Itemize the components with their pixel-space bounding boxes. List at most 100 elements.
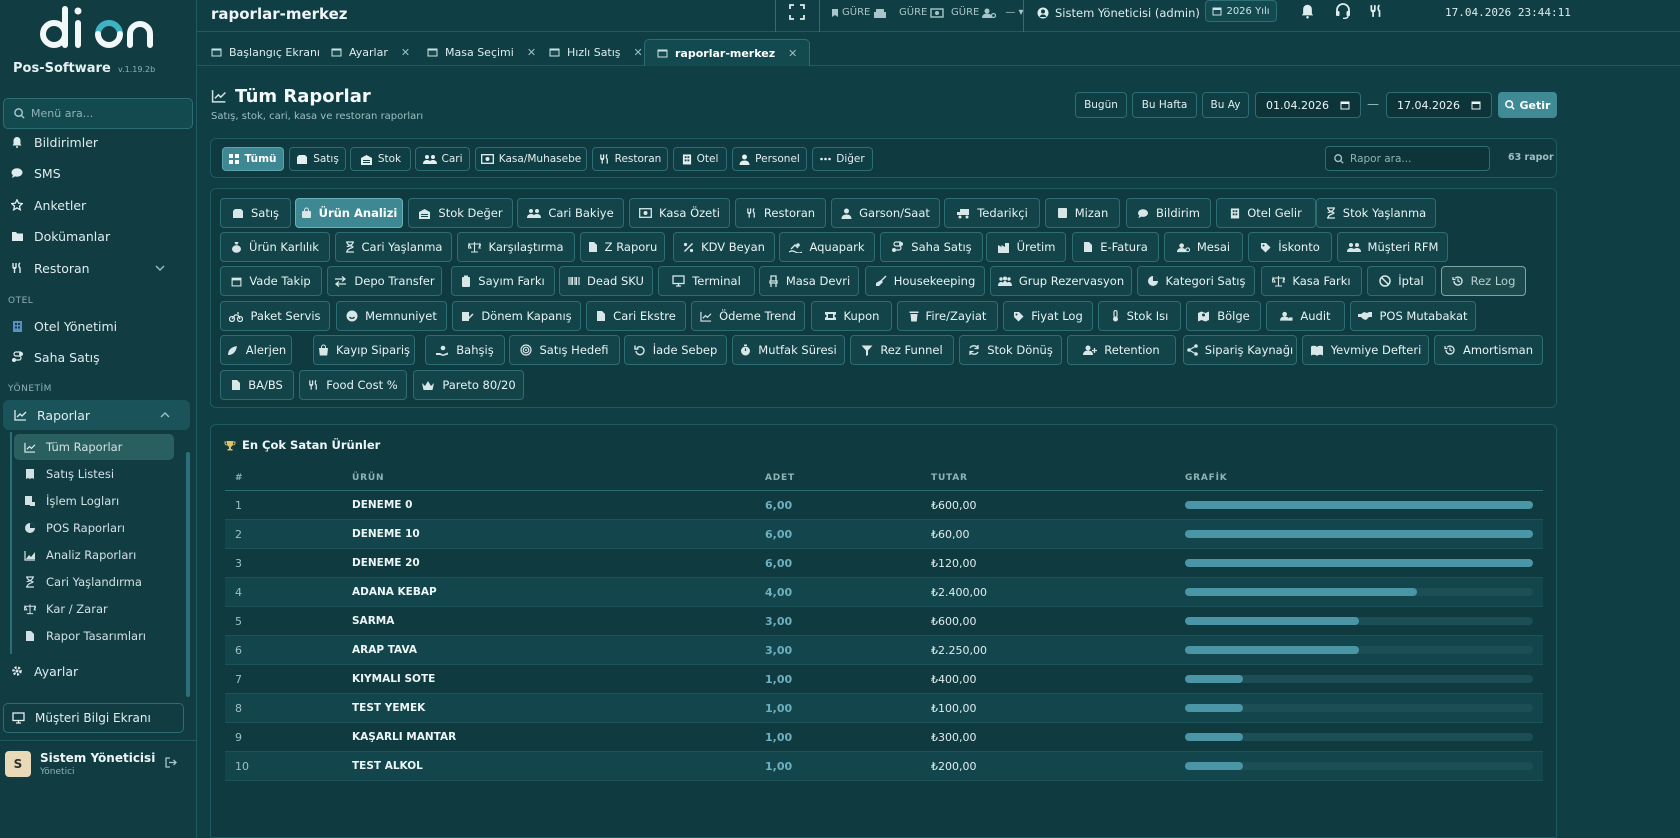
sub-item-islem-loglari[interactable]: İşlem Logları bbox=[14, 488, 174, 514]
sub-item-pos-raporlari[interactable]: POS Raporları bbox=[14, 515, 174, 541]
calendar-icon[interactable] bbox=[1340, 100, 1350, 110]
report-bahsis[interactable]: Bahşiş bbox=[425, 335, 505, 365]
sidebar-item-otel-yonetimi[interactable]: Otel Yönetimi bbox=[0, 311, 185, 341]
table-row[interactable]: 8 TEST YEMEK 1,00 ₺100,00 bbox=[225, 694, 1543, 723]
table-row[interactable]: 2 DENEME 10 6,00 ₺60,00 bbox=[225, 520, 1543, 549]
report-uretim[interactable]: Üretim bbox=[986, 232, 1066, 262]
sidebar-item-saha-satis[interactable]: Saha Satış bbox=[0, 342, 185, 372]
fetch-button[interactable]: Getir bbox=[1498, 92, 1557, 118]
report-pos-mutabakat[interactable]: POS Mutabakat bbox=[1350, 301, 1476, 331]
report-kategori-satis[interactable]: Kategori Satış bbox=[1137, 266, 1255, 296]
filter-tumu[interactable]: Tümü bbox=[222, 147, 284, 171]
year-selector[interactable]: 2026 Yılı bbox=[1205, 0, 1277, 22]
tab-masa-secimi[interactable]: Masa Seçimi ✕ bbox=[415, 39, 548, 66]
report-fire-zayiat[interactable]: Fire/Zayiat bbox=[897, 301, 998, 331]
report-bildirim[interactable]: Bildirim bbox=[1126, 198, 1211, 228]
table-row[interactable]: 5 SARMA 3,00 ₺600,00 bbox=[225, 607, 1543, 636]
tab-ayarlar[interactable]: Ayarlar ✕ bbox=[319, 39, 422, 66]
table-row[interactable]: 7 KIYMALI SOTE 1,00 ₺400,00 bbox=[225, 665, 1543, 694]
close-icon[interactable]: ✕ bbox=[401, 46, 410, 59]
close-icon[interactable]: ✕ bbox=[634, 46, 643, 59]
report-amortisman[interactable]: Amortisman bbox=[1434, 335, 1543, 365]
date-from-input[interactable]: 01.04.2026 bbox=[1255, 92, 1361, 118]
report-dead-sku[interactable]: Dead SKU bbox=[559, 266, 653, 296]
report-saha-satis[interactable]: Saha Satış bbox=[880, 232, 983, 262]
sub-item-analiz-raporlari[interactable]: Analiz Raporları bbox=[14, 542, 174, 568]
admin-user-menu[interactable]: Sistem Yöneticisi (admin) bbox=[1037, 6, 1213, 20]
report-restoran[interactable]: Restoran bbox=[735, 198, 826, 228]
report-satis-hedefi[interactable]: Satış Hedefi bbox=[509, 335, 620, 365]
report-garson-saat[interactable]: Garson/Saat bbox=[831, 198, 940, 228]
table-row[interactable]: 3 DENEME 20 6,00 ₺120,00 bbox=[225, 549, 1543, 578]
table-row[interactable]: 1 DENEME 0 6,00 ₺600,00 bbox=[225, 491, 1543, 520]
logout-icon[interactable] bbox=[165, 757, 177, 768]
report-z-raporu[interactable]: Z Raporu bbox=[580, 232, 665, 262]
report-e-fatura[interactable]: E-Fatura bbox=[1072, 232, 1159, 262]
tab-baslangic[interactable]: Başlangıç Ekranı bbox=[199, 39, 332, 66]
headset-icon[interactable] bbox=[1335, 3, 1351, 19]
report-kasa-farki[interactable]: Kasa Farkı bbox=[1261, 266, 1362, 296]
filter-personel[interactable]: Personel bbox=[732, 147, 807, 171]
filter-cari[interactable]: Cari bbox=[415, 147, 470, 171]
filter-satis[interactable]: Satış bbox=[289, 147, 346, 171]
report-urun-karlilik[interactable]: Ürün Karlılık bbox=[220, 232, 330, 262]
report-aquapark[interactable]: Aquapark bbox=[779, 232, 875, 262]
table-row[interactable]: 10 TEST ALKOL 1,00 ₺200,00 bbox=[225, 752, 1543, 781]
this-month-button[interactable]: Bu Ay bbox=[1202, 92, 1249, 118]
report-pareto-80-20[interactable]: Pareto 80/20 bbox=[413, 370, 524, 400]
close-icon[interactable]: ✕ bbox=[788, 47, 797, 60]
report-karsilastirma[interactable]: Karşılaştırma bbox=[457, 232, 575, 262]
report-vade-takip[interactable]: Vade Takip bbox=[220, 266, 322, 296]
report-housekeeping[interactable]: Housekeeping bbox=[865, 266, 985, 296]
report-stok-deger[interactable]: Stok Değer bbox=[408, 198, 513, 228]
report-sayim-farki[interactable]: Sayım Farkı bbox=[451, 266, 555, 296]
sidebar-item-raporlar[interactable]: Raporlar bbox=[3, 400, 190, 430]
fullscreen-icon[interactable] bbox=[789, 4, 805, 20]
bell-icon[interactable] bbox=[1300, 3, 1315, 19]
gure-status-2[interactable]: GÜRE bbox=[899, 7, 945, 18]
report-satis[interactable]: Satış bbox=[220, 198, 291, 228]
sidebar-item-restoran[interactable]: Restoran bbox=[0, 253, 185, 283]
report-bolge[interactable]: Bölge bbox=[1186, 301, 1261, 331]
report-mutfak-suresi[interactable]: Mutfak Süresi bbox=[732, 335, 845, 365]
report-grup-rezervasyon[interactable]: Grup Rezervasyon bbox=[990, 266, 1132, 296]
report-depo-transfer[interactable]: Depo Transfer bbox=[327, 266, 442, 296]
report-kasa-ozeti[interactable]: Kasa Özeti bbox=[629, 198, 730, 228]
report-stok-yaslanma[interactable]: Stok Yaşlanma bbox=[1316, 198, 1436, 228]
report-iskonto[interactable]: İskonto bbox=[1248, 232, 1332, 262]
sidebar-item-bildirimler[interactable]: Bildirimler bbox=[0, 127, 185, 157]
report-iptal[interactable]: İptal bbox=[1367, 266, 1436, 296]
report-kayip-siparis[interactable]: Kayıp Sipariş bbox=[313, 335, 415, 365]
report-otel-gelir[interactable]: Otel Gelir bbox=[1216, 198, 1316, 228]
sub-item-cari-yaslandirma[interactable]: Cari Yaşlandırma bbox=[14, 569, 174, 595]
close-icon[interactable]: ✕ bbox=[527, 46, 536, 59]
report-cari-ekstre[interactable]: Cari Ekstre bbox=[586, 301, 686, 331]
sub-item-rapor-tasarimlari[interactable]: Rapor Tasarımları bbox=[14, 623, 174, 649]
avatar[interactable]: S bbox=[5, 751, 31, 777]
report-iade-sebep[interactable]: İade Sebep bbox=[624, 335, 727, 365]
table-row[interactable]: 9 KAŞARLI MANTAR 1,00 ₺300,00 bbox=[225, 723, 1543, 752]
report-audit[interactable]: Audit bbox=[1266, 301, 1345, 331]
report-food-cost[interactable]: Food Cost % bbox=[299, 370, 407, 400]
sidebar-scrollbar[interactable] bbox=[186, 452, 190, 697]
sidebar-item-sms[interactable]: SMS bbox=[0, 158, 185, 188]
sidebar-item-anketler[interactable]: Anketler bbox=[0, 190, 185, 220]
report-stok-isi[interactable]: Stok Isı bbox=[1098, 301, 1181, 331]
report-cari-bakiye[interactable]: Cari Bakiye bbox=[517, 198, 624, 228]
gure-status-3[interactable]: GÜRE — ▾ bbox=[951, 7, 1024, 18]
filter-kasa-muhasebe[interactable]: Kasa/Muhasebe bbox=[475, 147, 587, 171]
table-row[interactable]: 4 ADANA KEBAP 4,00 ₺2.400,00 bbox=[225, 578, 1543, 607]
today-button[interactable]: Bugün bbox=[1075, 92, 1127, 118]
report-rez-funnel[interactable]: Rez Funnel bbox=[850, 335, 954, 365]
report-mesai[interactable]: Mesai bbox=[1164, 232, 1243, 262]
report-cari-yaslanma[interactable]: Cari Yaşlanma bbox=[335, 232, 452, 262]
filter-otel[interactable]: Otel bbox=[673, 147, 727, 171]
report-stok-donus[interactable]: Stok Dönüş bbox=[959, 335, 1062, 365]
filter-stok[interactable]: Stok bbox=[350, 147, 411, 171]
sub-item-tum-raporlar[interactable]: Tüm Raporlar bbox=[14, 434, 174, 460]
report-search-input[interactable]: Rapor ara... bbox=[1325, 146, 1490, 171]
filter-diger[interactable]: Diğer bbox=[812, 147, 873, 171]
report-paket-servis[interactable]: Paket Servis bbox=[220, 301, 330, 331]
report-memnuniyet[interactable]: Memnuniyet bbox=[336, 301, 447, 331]
table-row[interactable]: 6 ARAP TAVA 3,00 ₺2.250,00 bbox=[225, 636, 1543, 665]
